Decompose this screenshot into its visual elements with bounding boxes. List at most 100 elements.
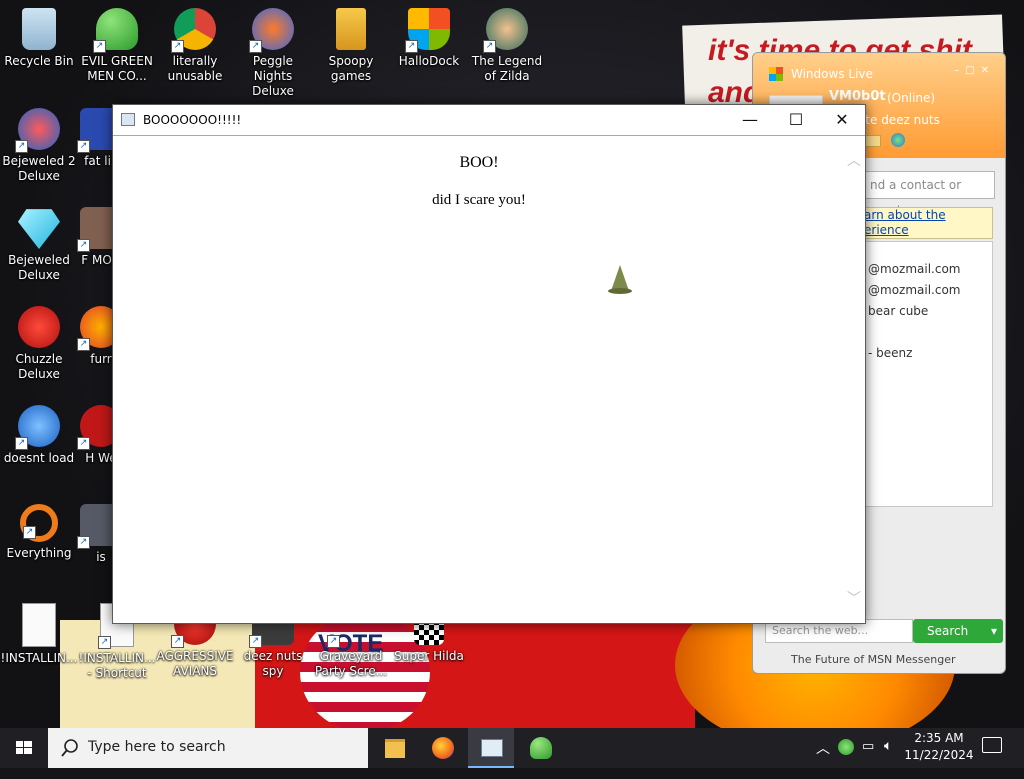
shortcut-arrow-icon: ↗	[249, 40, 262, 53]
shortcut-arrow-icon: ↗	[249, 635, 262, 648]
window-app-icon	[481, 739, 503, 757]
desktop-icon-label: deez nuts spy	[243, 649, 303, 678]
list-item[interactable]: - beenz	[868, 346, 912, 360]
desktop-icon-label: !INSTALLIN...	[0, 651, 78, 665]
chrome-icon: ↗	[171, 8, 216, 53]
shortcut-arrow-icon: ↗	[171, 635, 184, 648]
shortcut-arrow-icon: ↗	[327, 635, 340, 648]
maximize-button[interactable]: ☐	[773, 105, 819, 135]
file-explorer-icon	[385, 739, 405, 758]
scroll-up-icon[interactable]: ︿	[847, 150, 861, 170]
info-link[interactable]: arn about the erience	[859, 207, 993, 239]
taskbar-firefox[interactable]	[420, 728, 466, 768]
shortcut-arrow-icon: ↗	[15, 437, 28, 450]
msn-username[interactable]: VM0b0t	[829, 89, 886, 104]
desktop-icon-label: literally unusable	[167, 54, 223, 83]
notifications-icon[interactable]	[982, 737, 1002, 753]
shortcut-arrow-icon: ↗	[93, 40, 106, 53]
desktop-icon-chrome[interactable]: ↗ literally unusable	[156, 8, 234, 84]
desktop-icon-label: Graveyard Party Scre...	[314, 649, 388, 678]
desktop-icon-label: AGGRESSIVE AVIANS	[156, 649, 234, 678]
desktop-icon-recycle-bin[interactable]: Recycle Bin	[0, 8, 78, 69]
info-link-line1[interactable]: arn about the	[864, 208, 992, 223]
shortcut-arrow-icon: ↗	[405, 40, 418, 53]
list-item[interactable]: @mozmail.com	[868, 283, 960, 297]
shortcut-arrow-icon: ↗	[77, 338, 90, 351]
close-button[interactable]: ✕	[819, 105, 865, 135]
search-button[interactable]: Search ▾	[913, 619, 1003, 643]
taskbar-search-placeholder: Type here to search	[88, 739, 226, 755]
desktop-icon-label: The Legend of Zilda	[471, 54, 543, 83]
chuzzle-icon	[18, 306, 60, 348]
msn-footer: The Future of MSN Messenger	[791, 653, 956, 666]
everything-search-icon: ↗	[20, 504, 58, 542]
volume-icon[interactable]: 🔈︎	[884, 738, 892, 778]
chevron-up-icon[interactable]: ︿	[816, 738, 830, 778]
zelda-icon: ↗	[483, 8, 528, 53]
msn-window-controls[interactable]: –□✕	[954, 65, 995, 76]
taskbar-boo-window[interactable]	[468, 728, 514, 768]
clock[interactable]: 2:35 AM 11/22/2024	[904, 730, 974, 764]
desktop-icon-spoopy-games[interactable]: Spoopy games	[312, 8, 390, 84]
witch-icon	[608, 265, 632, 294]
desktop-icon-legend-of-zilda[interactable]: ↗ The Legend of Zilda	[468, 8, 546, 84]
desktop-icon-label: EVIL GREEN MEN CO...	[81, 54, 153, 83]
desktop-icon-peggle[interactable]: ↗ Peggle Nights Deluxe	[234, 8, 312, 99]
msn-title: Windows Live	[791, 67, 873, 81]
msn-people-icon: ↗	[93, 8, 138, 53]
msn-tray-icon[interactable]	[838, 739, 854, 755]
window-content: BOO! did I scare you! ︿ ﹀	[113, 136, 865, 623]
desktop-icon-label: !INSTALLIN... - Shortcut	[78, 651, 156, 680]
firefox-icon	[432, 737, 454, 759]
folder-icon	[336, 8, 366, 50]
mail-icon[interactable]	[865, 135, 881, 147]
desktop-icon-label: HalloDock	[398, 54, 460, 68]
desktop-icon-label: Peggle Nights Deluxe	[252, 54, 294, 98]
personal-message[interactable]: rate deez nuts	[853, 113, 940, 127]
desktop-icon-label: Super Hilda	[394, 649, 464, 663]
taskbar-search-input[interactable]: Type here to search	[48, 728, 368, 768]
search-contacts-input[interactable]: nd a contact or numbe	[863, 171, 995, 218]
chevron-down-icon[interactable]: ▾	[991, 619, 997, 643]
msn-people-icon[interactable]	[891, 133, 905, 147]
desktop-icon-evil-green-men[interactable]: ↗ EVIL GREEN MEN CO...	[78, 8, 156, 84]
msn-people-icon	[530, 737, 552, 759]
shortcut-arrow-icon: ↗	[98, 636, 111, 649]
shortcut-arrow-icon: ↗	[483, 40, 496, 53]
status-badge[interactable]: (Online)	[887, 91, 935, 105]
list-item[interactable]: @mozmail.com	[868, 262, 960, 276]
window-app-icon	[121, 113, 135, 126]
scroll-down-icon[interactable]: ﹀	[847, 588, 861, 608]
page-text: did I scare you!	[432, 192, 526, 208]
clock-time: 2:35 AM	[914, 731, 964, 745]
windows-logo-icon: ↗	[405, 8, 450, 53]
search-icon	[61, 739, 78, 757]
contact-list[interactable]: @mozmail.com @mozmail.com bear cube - be…	[859, 241, 993, 507]
shortcut-arrow-icon: ↗	[15, 140, 28, 153]
boo-window[interactable]: BOOOOOOO!!!!! — ☐ ✕ BOO! did I scare you…	[112, 104, 866, 624]
diamond-icon	[18, 209, 60, 249]
start-button[interactable]	[0, 728, 48, 768]
clock-date: 11/22/2024	[904, 748, 974, 762]
minimize-button[interactable]: —	[727, 105, 773, 135]
shortcut-arrow-icon: ↗	[77, 239, 90, 252]
shortcut-arrow-icon: ↗	[77, 437, 90, 450]
search-button-label: Search	[927, 624, 969, 638]
page-heading: BOO!	[459, 154, 499, 171]
info-link-line2[interactable]: erience	[864, 223, 992, 238]
peggle-icon: ↗	[249, 8, 294, 53]
windows-start-icon	[16, 741, 32, 754]
desktop-icon-hallodock[interactable]: ↗ HalloDock	[390, 8, 468, 69]
shortcut-arrow-icon: ↗	[77, 536, 90, 549]
window-title: BOOOOOOO!!!!!	[143, 113, 242, 127]
network-icon[interactable]: ▭	[862, 739, 874, 779]
title-bar[interactable]: BOOOOOOO!!!!! — ☐ ✕	[113, 105, 865, 136]
shortcut-arrow-icon: ↗	[171, 40, 184, 53]
recycle-bin-icon	[22, 8, 56, 50]
taskbar-file-explorer[interactable]	[372, 728, 418, 768]
thunderbird-icon: ↗	[15, 405, 60, 450]
list-item[interactable]: bear cube	[868, 304, 928, 318]
taskbar-msn[interactable]	[518, 728, 564, 768]
desktop-icon-installing[interactable]: !INSTALLIN...	[0, 603, 78, 666]
shortcut-arrow-icon: ↗	[23, 526, 36, 539]
